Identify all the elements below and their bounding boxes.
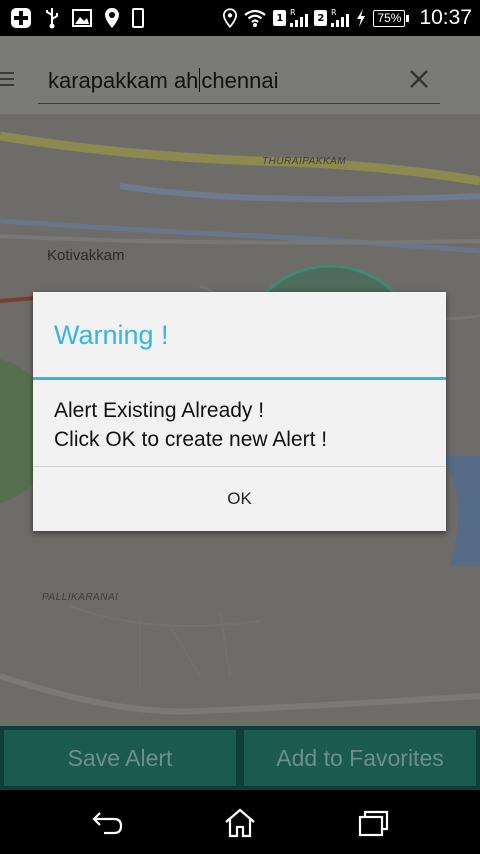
usb-icon <box>44 7 60 29</box>
menu-icon[interactable] <box>0 72 16 92</box>
add-to-favorites-button[interactable]: Add to Favorites <box>244 730 476 786</box>
search-query-before: karapakkam ah <box>48 68 199 93</box>
close-icon[interactable] <box>408 68 430 90</box>
search-bar: karapakkam ah chennai <box>0 36 480 114</box>
signal-icon: R <box>329 7 350 29</box>
battery-indicator: 75% <box>373 9 410 27</box>
charging-icon <box>355 7 367 29</box>
home-icon[interactable] <box>223 808 257 838</box>
roaming-indicator: R <box>331 8 337 17</box>
status-bar: 1 R 2 R 75% 10:37 <box>0 0 480 36</box>
clock: 10:37 <box>419 6 472 29</box>
location-icon <box>104 7 120 29</box>
save-alert-button[interactable]: Save Alert <box>4 730 236 786</box>
dialog-title: Warning ! <box>54 320 169 350</box>
dialog-message: Alert Existing Already ! Click OK to cre… <box>54 396 327 454</box>
signal-icon: R <box>288 7 309 29</box>
plus-icon <box>10 7 32 29</box>
back-icon[interactable] <box>90 808 124 838</box>
phone-icon <box>132 7 144 29</box>
search-query-after: chennai <box>201 68 279 93</box>
dialog-title-divider <box>33 377 446 380</box>
dialog-message-line1: Alert Existing Already ! <box>54 399 265 422</box>
ok-button[interactable]: OK <box>33 467 446 531</box>
roaming-indicator: R <box>290 8 296 17</box>
sim1-indicator: 1 <box>273 10 287 26</box>
dialog-message-line2: Click OK to create new Alert ! <box>54 428 328 451</box>
sim2-indicator: 2 <box>314 10 328 26</box>
search-input[interactable]: karapakkam ah chennai <box>38 56 440 104</box>
navigation-bar <box>0 790 480 854</box>
location-icon <box>223 7 238 29</box>
wifi-icon <box>243 7 267 29</box>
screen: 1 R 2 R 75% 10:37 Kotivakkam THURAIPAKKA… <box>0 0 480 854</box>
warning-dialog: Warning ! Alert Existing Already ! Click… <box>33 292 446 531</box>
bottom-action-bar: Save Alert Add to Favorites <box>0 726 480 790</box>
image-icon <box>72 7 92 29</box>
recents-icon[interactable] <box>356 808 390 838</box>
